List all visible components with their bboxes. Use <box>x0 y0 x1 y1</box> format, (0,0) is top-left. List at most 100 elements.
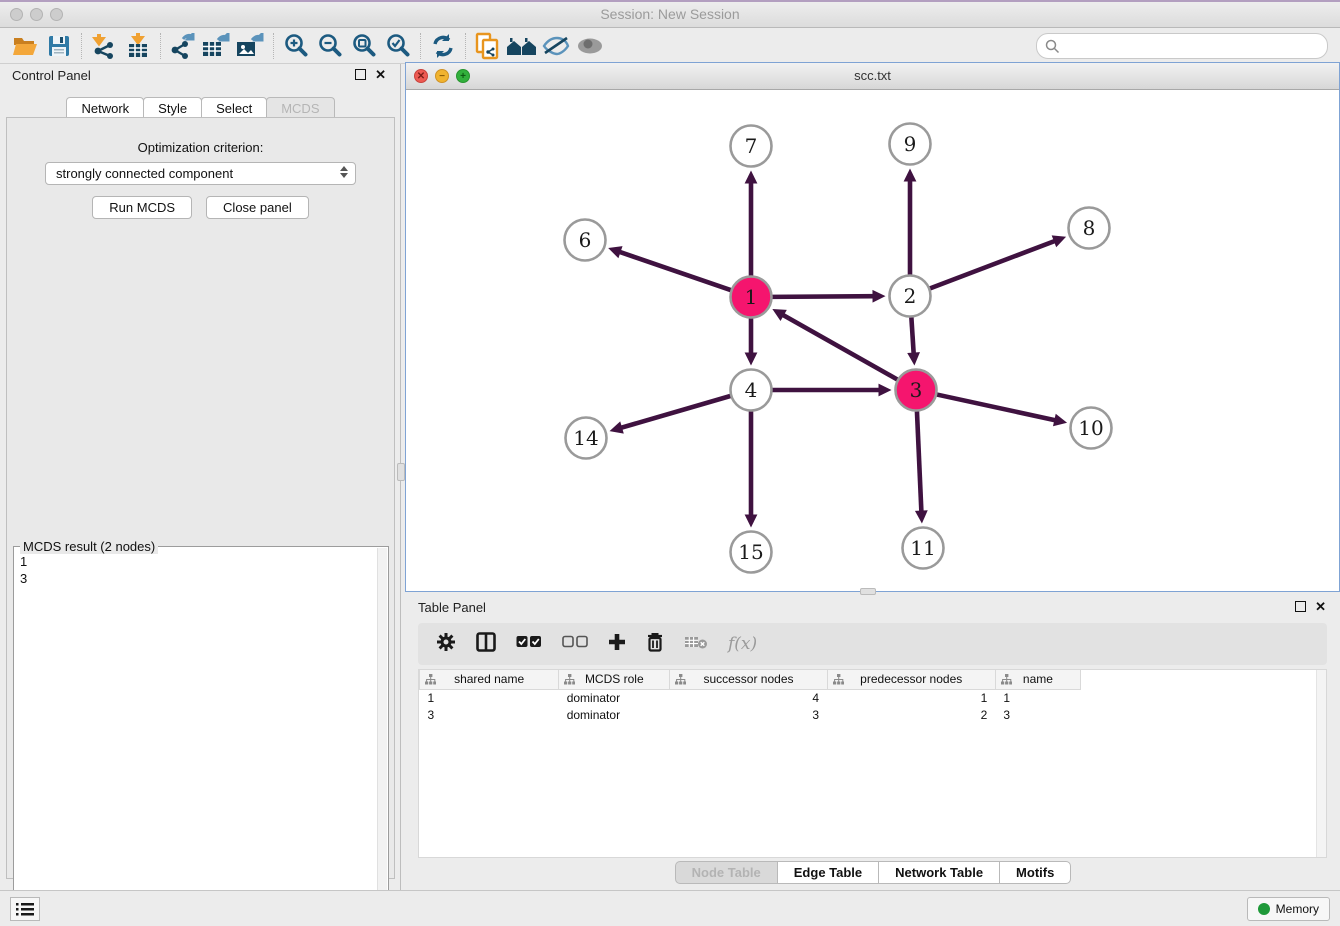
toolbar-separator <box>273 33 274 59</box>
node-14[interactable]: 14 <box>566 418 607 459</box>
node-2[interactable]: 2 <box>890 276 931 317</box>
node-6[interactable]: 6 <box>565 220 606 261</box>
mcds-panel: Optimization criterion: strongly connect… <box>6 117 395 879</box>
edge-3-11[interactable] <box>917 411 921 512</box>
edge-4-14[interactable] <box>620 396 730 428</box>
settings-gear-icon[interactable] <box>436 632 456 657</box>
tab-edge-table[interactable]: Edge Table <box>777 861 879 884</box>
node-4[interactable]: 4 <box>731 370 772 411</box>
cell-shared-name[interactable]: 3 <box>420 706 559 723</box>
search-input[interactable] <box>1036 33 1328 59</box>
result-scrollbar[interactable] <box>377 548 387 926</box>
cell-shared-name[interactable]: 1 <box>420 689 559 706</box>
cell-name[interactable]: 3 <box>995 706 1080 723</box>
node-8[interactable]: 8 <box>1069 208 1110 249</box>
edge-2-8[interactable] <box>930 241 1056 289</box>
edge-3-1[interactable] <box>782 314 897 379</box>
edge-3-10[interactable] <box>937 395 1056 421</box>
function-builder-icon[interactable]: f(x) <box>728 634 757 654</box>
delete-table-icon[interactable] <box>684 634 708 655</box>
export-network-icon[interactable] <box>166 31 200 61</box>
node-3[interactable]: 3 <box>896 370 937 411</box>
tab-node-table[interactable]: Node Table <box>675 861 778 884</box>
task-list-icon <box>16 902 34 916</box>
cell-predecessor-nodes[interactable]: 2 <box>827 706 995 723</box>
node-1[interactable]: 1 <box>731 277 772 318</box>
open-file-icon[interactable] <box>8 31 42 61</box>
deselect-all-icon[interactable] <box>562 635 588 653</box>
node-10[interactable]: 10 <box>1071 408 1112 449</box>
vertical-splitter-handle[interactable] <box>397 463 405 481</box>
criterion-select[interactable]: strongly connected component <box>45 162 356 185</box>
column-header-predecessor-nodes[interactable]: predecessor nodes <box>827 670 995 689</box>
main-titlebar: Session: New Session <box>0 0 1340 28</box>
cell-MCDS-role[interactable]: dominator <box>559 689 670 706</box>
column-layout-icon[interactable] <box>476 632 496 657</box>
table-row[interactable]: 3dominator323 <box>420 706 1081 723</box>
edge-arrow-icon <box>915 510 928 523</box>
float-table-panel-icon[interactable] <box>1295 601 1306 612</box>
network-canvas[interactable]: 7 9 6 8 1 2 4 3 14 10 15 11 <box>406 90 1339 592</box>
zoom-selected-icon[interactable] <box>381 31 415 61</box>
zoom-in-icon[interactable] <box>279 31 313 61</box>
edge-1-6[interactable] <box>619 252 731 290</box>
cell-predecessor-nodes[interactable]: 1 <box>827 689 995 706</box>
column-header-shared-name[interactable]: shared name <box>420 670 559 689</box>
select-all-icon[interactable] <box>516 635 542 653</box>
node-table[interactable]: shared nameMCDS rolesuccessor nodesprede… <box>419 670 1081 723</box>
edge-arrow-icon <box>745 171 758 184</box>
edge-arrow-icon <box>907 352 920 365</box>
column-header-MCDS-role[interactable]: MCDS role <box>559 670 670 689</box>
column-header-successor-nodes[interactable]: successor nodes <box>670 670 827 689</box>
task-history-button[interactable] <box>10 897 40 921</box>
node-label: 14 <box>573 426 598 450</box>
node-15[interactable]: 15 <box>731 532 772 573</box>
node-label: 3 <box>910 378 923 402</box>
export-table-icon[interactable] <box>200 31 234 61</box>
table-row[interactable]: 1dominator411 <box>420 689 1081 706</box>
tab-mcds[interactable]: MCDS <box>266 97 334 119</box>
float-panel-icon[interactable] <box>355 69 366 80</box>
import-table-icon[interactable] <box>121 31 155 61</box>
save-session-icon[interactable] <box>42 31 76 61</box>
control-panel-window-buttons: ✕ <box>355 69 386 80</box>
table-panel-title: Table Panel <box>418 600 486 615</box>
run-mcds-button[interactable]: Run MCDS <box>92 196 192 219</box>
close-panel-button[interactable]: Close panel <box>206 196 309 219</box>
show-all-icon[interactable] <box>573 31 607 61</box>
toolbar-separator <box>465 33 466 59</box>
add-column-icon[interactable] <box>608 633 626 656</box>
memory-button[interactable]: Memory <box>1247 897 1330 921</box>
close-table-panel-icon[interactable]: ✕ <box>1315 601 1326 612</box>
tab-select[interactable]: Select <box>201 97 267 119</box>
cell-name[interactable]: 1 <box>995 689 1080 706</box>
node-label: 8 <box>1083 216 1096 240</box>
edge-2-3[interactable] <box>911 317 913 354</box>
new-network-from-selection-icon[interactable] <box>471 31 505 61</box>
table-panel-window-buttons: ✕ <box>1295 601 1326 612</box>
zoom-out-icon[interactable] <box>313 31 347 61</box>
tab-motifs[interactable]: Motifs <box>999 861 1071 884</box>
column-header-name[interactable]: name <box>995 670 1080 689</box>
edge-arrow-icon <box>904 169 917 182</box>
export-image-icon[interactable] <box>234 31 268 61</box>
node-9[interactable]: 9 <box>890 124 931 165</box>
hide-selected-icon[interactable] <box>539 31 573 61</box>
tab-style[interactable]: Style <box>143 97 202 119</box>
cell-successor-nodes[interactable]: 3 <box>670 706 827 723</box>
zoom-fit-icon[interactable] <box>347 31 381 61</box>
edge-1-2[interactable] <box>772 296 874 297</box>
node-7[interactable]: 7 <box>731 126 772 167</box>
first-neighbors-icon[interactable] <box>505 31 539 61</box>
table-scrollbar[interactable] <box>1316 670 1326 857</box>
tab-network-table[interactable]: Network Table <box>878 861 1000 884</box>
import-network-icon[interactable] <box>87 31 121 61</box>
refresh-icon[interactable] <box>426 31 460 61</box>
cell-successor-nodes[interactable]: 4 <box>670 689 827 706</box>
delete-column-icon[interactable] <box>646 632 664 657</box>
horizontal-splitter-handle[interactable] <box>860 588 876 595</box>
cell-MCDS-role[interactable]: dominator <box>559 706 670 723</box>
close-panel-icon[interactable]: ✕ <box>375 69 386 80</box>
tab-network[interactable]: Network <box>66 97 144 119</box>
node-11[interactable]: 11 <box>903 528 944 569</box>
